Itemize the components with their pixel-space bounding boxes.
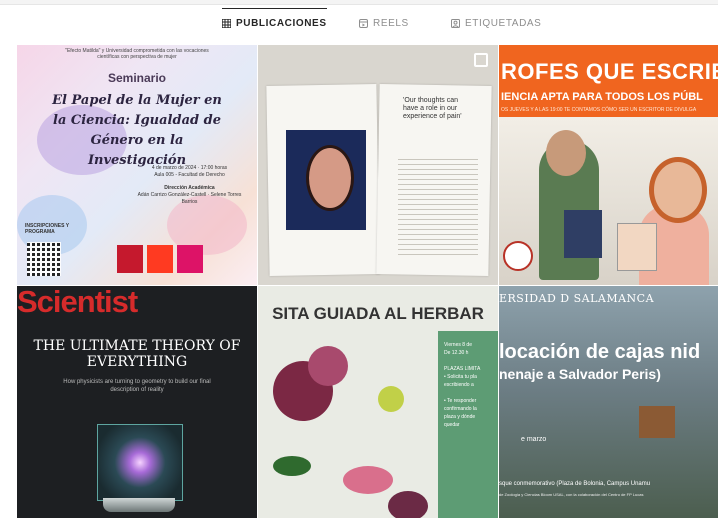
post-detail: OS JUEVES Y A LAS 19:00 TE CONTAMOS CÓMO…: [501, 107, 697, 113]
panel-line: confirmando la: [444, 406, 477, 412]
flower-petal: [308, 346, 348, 386]
flower-petal: [388, 491, 428, 518]
sdg-gender-icon: [147, 245, 173, 273]
event-direction: Dirección Académica: [164, 185, 215, 191]
inscriptions-label: INSCRIPCIONES Y PROGRAMA: [25, 223, 69, 235]
info-panel-text: Viernes 8 de De 12.30 h PLAZAS LIMITA • …: [444, 341, 496, 429]
panel-line: escribiendo a: [444, 382, 474, 388]
nest-box: [639, 406, 675, 438]
carousel-icon: [474, 53, 488, 67]
grid-icon: [222, 19, 231, 28]
event-date: 4 de marzo de 2024 · 17:00 horas: [151, 165, 228, 171]
post-banner: SITA GUIADA AL HERBAR: [272, 304, 484, 323]
post-header-text: "Efecto Matilda" y Universidad compromet…: [65, 48, 209, 60]
post-herbario[interactable]: SITA GUIADA AL HERBAR Viernes 8 de De 12…: [258, 286, 498, 518]
article-text-lines: [398, 155, 478, 255]
leaf: [273, 456, 311, 476]
panel-line: De 12.30 h: [444, 350, 469, 356]
reels-icon: [359, 19, 368, 28]
tagged-icon: [451, 19, 460, 28]
post-seminario[interactable]: "Efecto Matilda" y Universidad compromet…: [17, 45, 257, 285]
tab-label: ETIQUETADAS: [465, 18, 542, 29]
panel-line: quedar: [444, 422, 460, 428]
tab-reels[interactable]: REELS: [359, 18, 409, 29]
qr-code-icon: [27, 242, 61, 276]
university-name: ERSIDAD D SALAMANCA: [499, 292, 655, 305]
cover-title: THE ULTIMATE THEORY OF EVERYTHING: [33, 338, 241, 370]
tab-label: PUBLICACIONES: [236, 18, 327, 29]
profile-header-edge: [0, 0, 718, 5]
book-cover: [564, 210, 602, 258]
person-head: [546, 130, 586, 176]
magazine-masthead: Scientist: [17, 286, 138, 319]
post-headline: locación de cajas nid: [499, 341, 701, 363]
event-place: sque conmemorativo (Plaza de Bolonia, Ca…: [499, 481, 651, 487]
post-cajas-nido[interactable]: ERSIDAD D SALAMANCA locación de cajas ni…: [499, 286, 718, 518]
university-logo-icon: [503, 241, 533, 271]
post-profes-que-escriben[interactable]: ROFES QUE ESCRIB IENCIA APTA PARA TODOS …: [499, 45, 718, 285]
post-magazine[interactable]: 'Our thoughts can have a role in our exp…: [258, 45, 498, 285]
panel-line: Viernes 8 de: [444, 342, 472, 348]
panel-line: • Solicita tu pla: [444, 374, 477, 380]
event-credits: de Zoología y Ciencias Bloom USAL, con l…: [499, 492, 644, 497]
tab-etiquetadas[interactable]: ETIQUETADAS: [451, 18, 541, 29]
post-meta: 4 de marzo de 2024 · 17:00 horas Aula 00…: [132, 165, 247, 206]
person-head: [649, 157, 707, 223]
tab-publicaciones[interactable]: PUBLICACIONES: [222, 8, 327, 29]
portrait-face: [306, 145, 354, 211]
post-subheadline: nenaje a Salvador Peris): [499, 366, 661, 382]
glowing-cube-illustration: [97, 424, 183, 501]
event-date: e marzo: [521, 436, 547, 443]
tab-label: REELS: [373, 18, 409, 29]
flower-petal: [343, 466, 393, 494]
pull-quote: 'Our thoughts can have a role in our exp…: [403, 97, 462, 120]
post-new-scientist[interactable]: Scientist THE ULTIMATE THEORY OF EVERYTH…: [17, 286, 257, 518]
book-cover: [617, 223, 657, 271]
flower-bud: [378, 386, 404, 412]
panel-line: plaza y dónde: [444, 414, 476, 420]
event-place: Aula 005 - Facultad de Derecho: [154, 172, 225, 178]
panel-line: • Te responder: [444, 398, 477, 404]
pedestal: [103, 498, 175, 512]
panel-line: PLAZAS LIMITA: [444, 366, 481, 372]
sdg-inequality-icon: [177, 245, 203, 273]
post-title: El Papel de la Mujer en la Ciencia: Igua…: [52, 93, 222, 168]
sdg-education-icon: [117, 245, 143, 273]
cover-subtitle: How physicists are turning to geometry t…: [63, 379, 211, 393]
event-names: Adán Carrizo González-Castell · Selene T…: [137, 192, 242, 205]
post-kicker: Seminario: [107, 71, 167, 85]
post-headline: ROFES QUE ESCRIB: [501, 59, 718, 84]
post-subheadline: IENCIA APTA PARA TODOS LOS PÚBL: [501, 91, 703, 103]
profile-tabs: PUBLICACIONES REELS ETIQUETADAS: [0, 8, 718, 40]
